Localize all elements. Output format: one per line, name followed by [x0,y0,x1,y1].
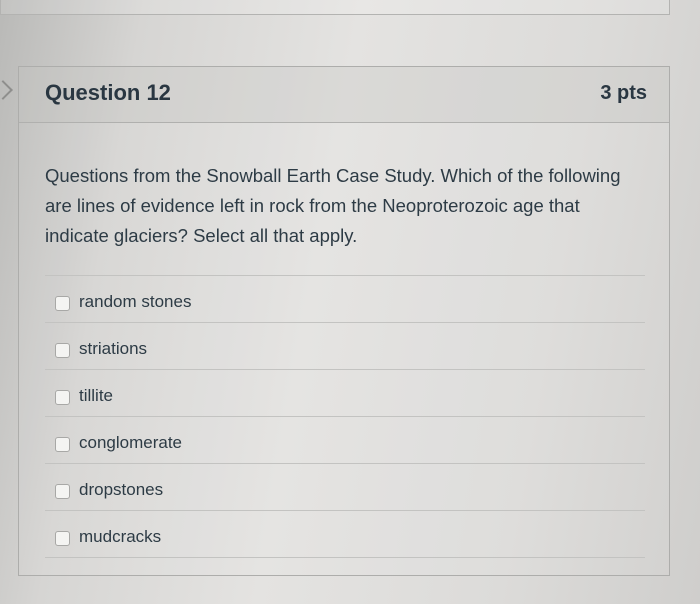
question-title: Question 12 [45,80,171,105]
checkbox[interactable] [55,296,70,311]
previous-question-card [0,0,670,15]
answer-label[interactable]: random stones [79,292,191,312]
answer-option[interactable]: random stones [45,275,645,322]
checkbox[interactable] [55,531,70,546]
checkbox[interactable] [55,343,70,358]
answer-option[interactable]: striations [45,322,645,369]
question-points: 3 pts [600,82,647,104]
answer-label[interactable]: conglomerate [79,433,182,453]
question-text: Questions from the Snowball Earth Case S… [45,165,621,246]
answer-option[interactable]: mudcracks [45,510,645,558]
answer-label[interactable]: tillite [79,386,113,406]
checkbox[interactable] [55,390,70,405]
answer-option[interactable]: dropstones [45,463,645,510]
chevron-right-icon[interactable] [0,80,13,100]
answer-label[interactable]: mudcracks [79,527,161,547]
checkbox[interactable] [55,437,70,452]
question-card: Question 12 3 pts Questions from the Sno… [18,66,670,576]
answer-label[interactable]: dropstones [79,480,163,500]
checkbox[interactable] [55,484,70,499]
question-header: Question 12 3 pts [19,67,669,123]
answer-label[interactable]: striations [79,339,147,359]
answer-list: random stones striations tillite conglom… [45,275,645,558]
answer-option[interactable]: conglomerate [45,416,645,463]
answer-option[interactable]: tillite [45,369,645,416]
